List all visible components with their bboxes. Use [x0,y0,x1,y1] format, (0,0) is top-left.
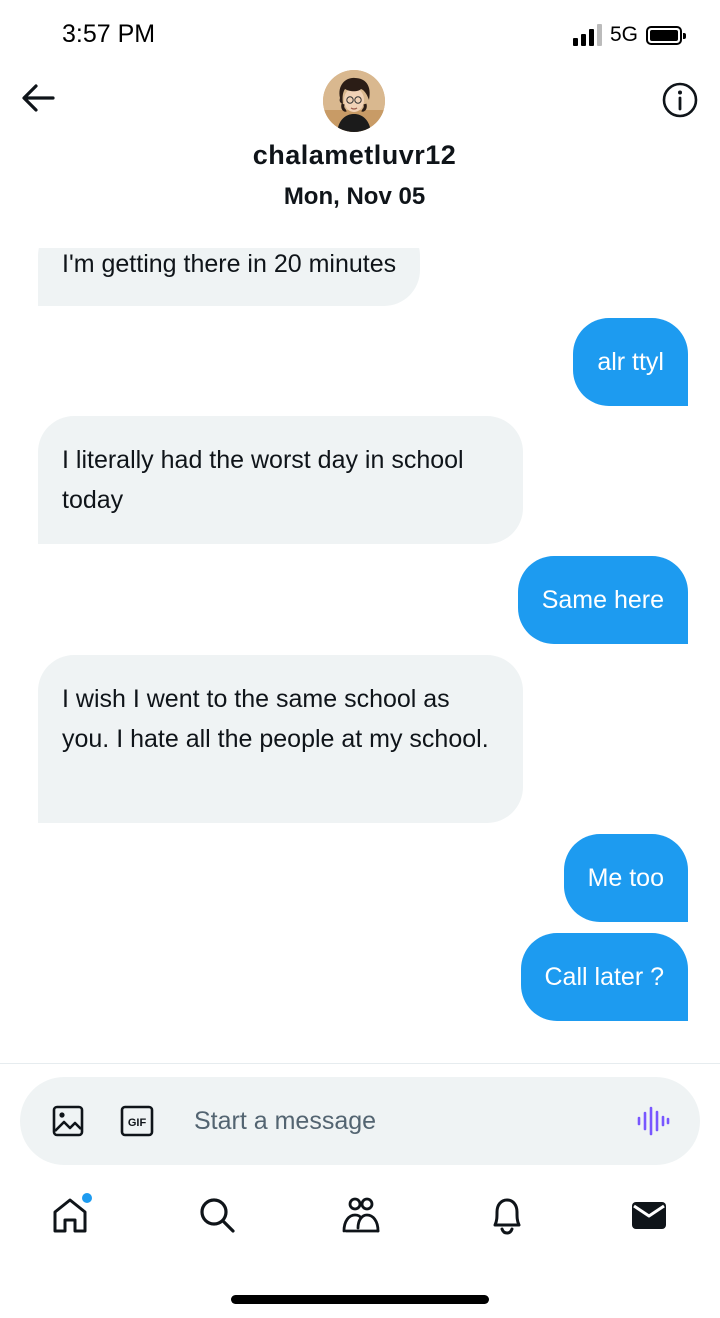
message-input[interactable] [194,1099,614,1143]
message-text: Call later ? [544,963,665,991]
message-text: alr ttyl [597,348,664,376]
message-sent[interactable]: Same here [517,556,688,644]
message-sent[interactable]: alr ttyl [573,318,688,406]
status-bar: 3:57 PM 5G [0,0,720,70]
communities-icon[interactable] [336,1190,386,1240]
message-received[interactable]: I wish I went to the same school as you.… [38,655,523,823]
battery-icon [646,25,686,45]
message-text: I'm getting there in 20 minutes [62,250,397,278]
composer-divider [0,1063,720,1064]
conversation-date: Mon, Nov 05 [283,183,426,210]
conversation-username[interactable]: chalametluvr12 [0,140,709,171]
message-composer: GIF [20,1077,700,1165]
message-sent[interactable]: Me too [563,834,688,922]
back-arrow-icon[interactable] [18,78,58,118]
message-text: I wish I went to the same school as you.… [62,685,489,753]
gif-label: GIF [128,1117,147,1129]
messages-icon[interactable] [624,1190,674,1240]
home-notification-dot [82,1193,92,1203]
voice-icon[interactable] [635,1103,671,1139]
avatar[interactable] [323,70,385,132]
search-icon[interactable] [192,1190,242,1240]
home-indicator[interactable] [231,1295,489,1304]
gif-icon[interactable]: GIF [120,1105,154,1137]
message-text: Me too [587,864,664,892]
status-time: 3:57 PM [62,20,156,48]
message-text: Same here [541,586,664,614]
network-label: 5G [609,23,638,46]
message-received[interactable]: I literally had the worst day in school … [38,416,523,544]
bottom-nav [0,1190,720,1250]
message-list[interactable]: I'm getting there in 20 minutes alr ttyl… [0,248,720,1060]
image-icon[interactable] [51,1104,85,1138]
status-indicators: 5G [572,22,686,48]
message-received[interactable]: I'm getting there in 20 minutes [38,248,421,306]
notifications-icon[interactable] [482,1190,532,1240]
signal-icon [572,24,602,46]
message-text: I literally had the worst day in school … [62,446,464,514]
message-sent[interactable]: Call later ? [520,933,688,1021]
info-icon[interactable] [660,80,700,120]
